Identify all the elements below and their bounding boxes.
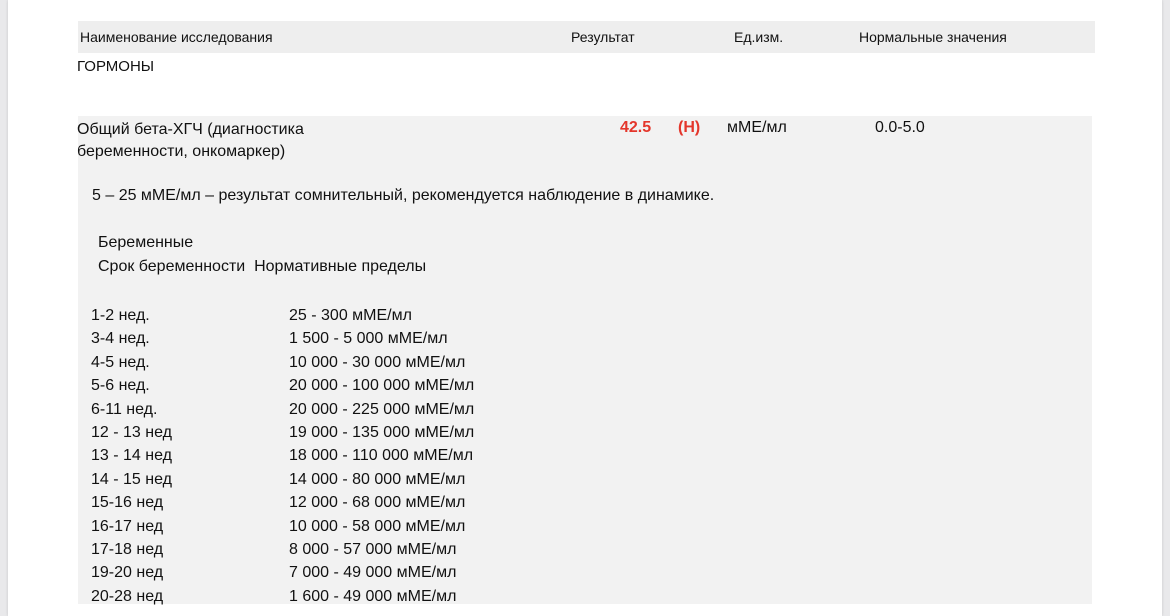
comment-line: 5 – 25 мМЕ/мл – результат сомнительный, … (92, 187, 715, 204)
pregnant-title: Беременные (98, 234, 194, 251)
reference-term: 13 - 14 нед (91, 447, 172, 465)
test-block: Общий бета-ХГЧ (диагностика беременности… (77, 116, 1092, 605)
reference-range: 12 000 - 68 000 мМЕ/мл (289, 494, 466, 512)
header-normal: Нормальные значения (859, 29, 1007, 45)
test-name: Общий бета-ХГЧ (диагностика беременности… (77, 121, 304, 160)
header-unit: Ед.изм. (734, 29, 784, 45)
header-result: Результат (571, 29, 635, 45)
section-title: ГОРМОНЫ (77, 58, 155, 75)
test-normal-range: 0.0-5.0 (875, 119, 925, 136)
report-page: Наименование исследования Результат Ед.и… (8, 0, 1162, 616)
header-name: Наименование исследования (80, 29, 273, 45)
reference-range: 7 000 - 49 000 мМЕ/мл (289, 564, 457, 582)
test-unit: мМЕ/мл (727, 119, 787, 136)
reference-range: 1 600 - 49 000 мМЕ/мл (289, 587, 457, 605)
reference-range: 25 - 300 мМЕ/мл (289, 307, 412, 324)
reference-term: 14 - 15 нед (91, 470, 172, 488)
test-result-flag: (Н) (678, 119, 701, 136)
reference-range: 8 000 - 57 000 мМЕ/мл (289, 540, 457, 558)
reference-term: 17-18 нед (91, 540, 164, 558)
reference-term: 16-17 нед (91, 517, 164, 535)
reference-range: 14 000 - 80 000 мМЕ/мл (289, 470, 466, 488)
table-header: Наименование исследования Результат Ед.и… (78, 21, 1095, 53)
reference-term: 6-11 нед. (91, 400, 158, 418)
reference-term: 12 - 13 нед (91, 423, 172, 441)
reference-term: 4-5 нед. (91, 353, 150, 371)
reference-range: 18 000 - 110 000 мМЕ/мл (289, 447, 474, 465)
reference-range: 20 000 - 100 000 мМЕ/мл (289, 377, 475, 395)
reference-term: 1-2 нед. (91, 307, 150, 324)
test-result-value: 42.5 (620, 119, 652, 136)
reference-term: 15-16 нед (91, 494, 164, 512)
reference-column-header: Срок беременности Нормативные пределы (98, 258, 427, 275)
reference-range: 20 000 - 225 000 мМЕ/мл (289, 400, 475, 418)
reference-range: 10 000 - 58 000 мМЕ/мл (289, 517, 466, 535)
reference-term: 3-4 нед. (91, 330, 150, 348)
reference-term: 20-28 нед (91, 587, 164, 605)
reference-term: 5-6 нед. (91, 377, 150, 395)
reference-range: 1 500 - 5 000 мМЕ/мл (289, 330, 448, 348)
reference-range: 19 000 - 135 000 мМЕ/мл (289, 423, 475, 441)
reference-range: 10 000 - 30 000 мМЕ/мл (289, 353, 466, 371)
reference-term: 19-20 нед (91, 564, 164, 582)
